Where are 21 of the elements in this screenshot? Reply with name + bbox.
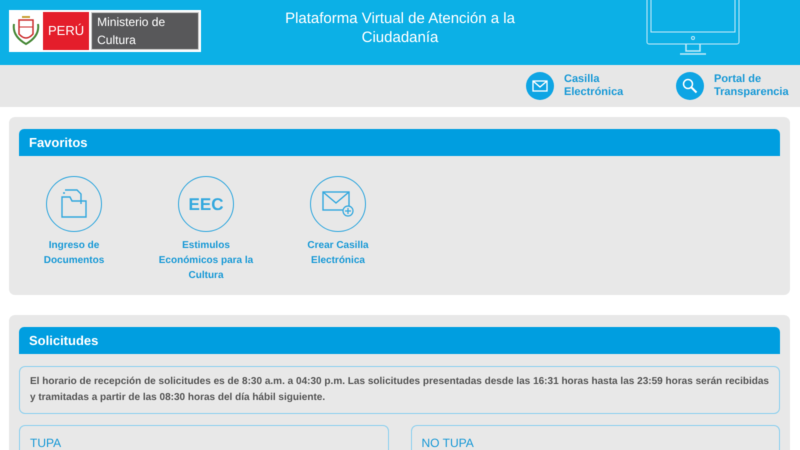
group-title: TUPA [30,434,378,450]
notice-text: El horario de recepción de solicitudes es de 8:30 a.m. a 04:30 p.m. Las solicitudes presentadas desde las 16:31 horas hasta las 23:59 horas serán recibidas y tramitadas a partir de las 08:30 horas del día hábil siguiente. [19,366,780,414]
mail-icon [532,80,548,92]
group-title: NO TUPA [422,434,769,450]
coat-of-arms-icon [11,14,41,48]
top-link[interactable]: Casilla Electrónica [526,72,636,100]
favorite-link[interactable]: Crear Casilla Electrónica [283,176,393,283]
link-label: Casilla Electrónica [564,73,624,99]
eec-icon: EEC [178,176,234,232]
section-header: Favoritos [19,129,780,156]
favorite-link[interactable]: Ingreso de Documentos [19,176,129,283]
favorite-link[interactable]: EEC Estimulos Económicos para la Cultura [151,176,261,283]
mail-plus-icon [321,190,355,218]
link-label: Portal de Transparencia [714,73,789,99]
search-icon [682,78,698,94]
section-header: Solicitudes [19,327,780,354]
country-label: PERÚ [43,12,90,50]
ministry-logo[interactable]: PERÚ Ministerio de Cultura [9,10,201,52]
ministry-label: Ministerio de Cultura [91,12,199,50]
page-title: Plataforma Virtual de Atención a la Ciudadanía [284,9,516,47]
folder-icon [59,188,89,220]
